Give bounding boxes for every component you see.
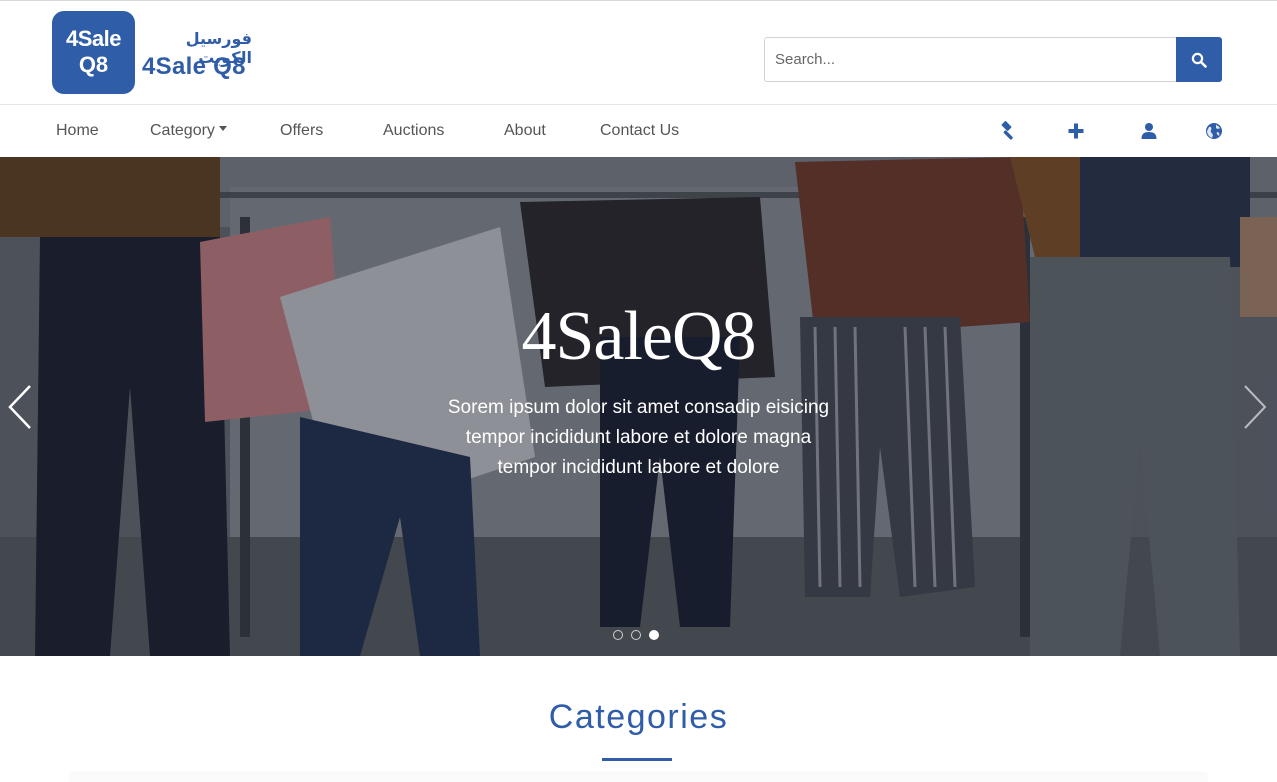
search-button[interactable] bbox=[1176, 37, 1222, 82]
chevron-left-icon bbox=[8, 385, 31, 429]
hero-description-line: tempor incididunt labore et dolore bbox=[497, 457, 780, 478]
slider-indicators bbox=[613, 630, 659, 642]
user-icon bbox=[1141, 123, 1157, 139]
main-nav: Home Category Offers Auctions About Cont… bbox=[0, 105, 1277, 157]
nav-offers-label: Offers bbox=[280, 122, 324, 139]
gavel-icon bbox=[1001, 121, 1013, 140]
account-button[interactable] bbox=[1137, 119, 1161, 143]
nav-contact-us-label: Contact Us bbox=[600, 122, 680, 139]
caret-down-icon bbox=[218, 126, 227, 132]
logo-badge: 4Sale Q8 bbox=[52, 11, 135, 94]
categories-heading: Categories bbox=[548, 698, 729, 736]
nav-category-label: Category bbox=[150, 122, 215, 139]
slider-next-button[interactable] bbox=[1235, 382, 1275, 432]
nav-auctions-label: Auctions bbox=[383, 122, 445, 139]
search-input[interactable] bbox=[764, 37, 1177, 82]
logo-english-name: 4Sale Q8 bbox=[142, 53, 246, 80]
hero-description-line: Sorem ipsum dolor sit amet consadip eisi… bbox=[447, 397, 830, 418]
nav-contact-us[interactable]: Contact Us bbox=[600, 122, 679, 140]
search-icon bbox=[1191, 52, 1207, 68]
hero-description-line: tempor incididunt labore et dolore magna bbox=[465, 427, 812, 448]
nav-category[interactable]: Category bbox=[150, 122, 227, 140]
nav-home[interactable]: Home bbox=[56, 122, 99, 140]
plus-icon bbox=[1068, 123, 1084, 139]
chevron-right-icon bbox=[1244, 385, 1267, 429]
slider-dot-1[interactable] bbox=[613, 630, 623, 640]
slider-prev-button[interactable] bbox=[2, 382, 42, 432]
logo-badge-line2: Q8 bbox=[78, 52, 109, 77]
categories-heading-underline bbox=[602, 758, 672, 761]
nav-about[interactable]: About bbox=[504, 122, 546, 140]
logo-badge-line1: 4Sale bbox=[66, 26, 122, 51]
auction-button[interactable] bbox=[996, 119, 1020, 143]
nav-home-label: Home bbox=[56, 122, 99, 139]
site-header: 4Sale Q8 فورسيل الكويت 4Sale Q8 bbox=[0, 1, 1277, 105]
nav-about-label: About bbox=[504, 122, 546, 139]
hero-title: 4SaleQ8 bbox=[521, 298, 756, 375]
add-listing-button[interactable] bbox=[1064, 119, 1088, 143]
hero-slider: 4SaleQ8 Sorem ipsum dolor sit amet consa… bbox=[0, 157, 1277, 656]
slider-dot-3[interactable] bbox=[649, 630, 659, 640]
nav-offers[interactable]: Offers bbox=[280, 122, 323, 140]
globe-icon bbox=[1206, 123, 1222, 139]
language-button[interactable] bbox=[1202, 119, 1226, 143]
categories-panel bbox=[70, 774, 1207, 782]
nav-auctions[interactable]: Auctions bbox=[383, 122, 444, 140]
search-bar bbox=[764, 37, 1222, 82]
hero-description: Sorem ipsum dolor sit amet consadip eisi… bbox=[400, 393, 877, 483]
site-logo[interactable]: 4Sale Q8 فورسيل الكويت 4Sale Q8 bbox=[52, 11, 252, 95]
slider-dot-2[interactable] bbox=[631, 630, 641, 640]
